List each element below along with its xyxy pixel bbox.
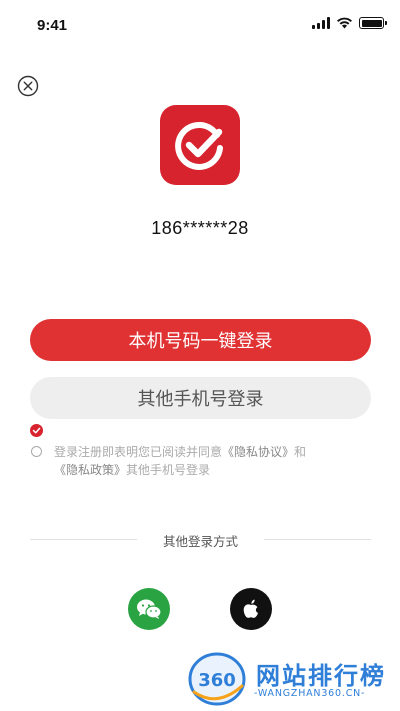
check-circle-icon xyxy=(175,122,223,170)
watermark-title: 网站排行榜 xyxy=(256,662,386,690)
agreement-text: 登录注册即表明您已阅读并同意《隐私协议》和《隐私政策》其他手机号登录 xyxy=(54,443,374,479)
wifi-icon xyxy=(337,17,352,29)
apple-login-button[interactable] xyxy=(230,588,272,630)
close-button[interactable] xyxy=(17,75,39,97)
other-login-label: 其他登录方式 xyxy=(162,534,238,549)
agreement-suffix: 其他手机号登录 xyxy=(126,463,211,477)
privacy-policy-link[interactable]: 《隐私政策》 xyxy=(54,463,126,477)
watermark: 360 网站排行榜 -WANGZHAN360.CN- xyxy=(188,648,400,711)
divider-line-right xyxy=(264,539,371,540)
status-time: 9:41 xyxy=(37,17,68,34)
battery-icon xyxy=(359,17,387,29)
wechat-icon xyxy=(137,599,162,619)
agreement-radio[interactable] xyxy=(31,446,42,457)
agreement-conjunction: 和 xyxy=(294,445,307,459)
status-bar: 9:41 xyxy=(0,0,400,50)
other-login-divider: 其他登录方式 xyxy=(30,530,371,550)
privacy-agreement-link[interactable]: 《隐私协议》 xyxy=(222,445,294,459)
check-icon xyxy=(32,427,41,434)
app-logo xyxy=(160,105,240,185)
agreement-checked-indicator[interactable] xyxy=(30,424,43,437)
wechat-login-button[interactable] xyxy=(128,588,170,630)
status-icons xyxy=(312,17,387,29)
other-phone-login-button[interactable]: 其他手机号登录 xyxy=(30,377,371,419)
cellular-signal-icon xyxy=(312,17,330,29)
close-icon xyxy=(17,75,39,97)
one-click-login-button[interactable]: 本机号码一键登录 xyxy=(30,319,371,361)
masked-phone-number: 186******28 xyxy=(151,218,249,238)
agreement-prefix: 登录注册即表明您已阅读并同意 xyxy=(54,445,223,459)
watermark-subtitle: -WANGZHAN360.CN- xyxy=(254,688,366,699)
watermark-logo: 360 xyxy=(188,652,246,706)
apple-icon xyxy=(243,599,258,618)
watermark-number: 360 xyxy=(198,670,236,691)
